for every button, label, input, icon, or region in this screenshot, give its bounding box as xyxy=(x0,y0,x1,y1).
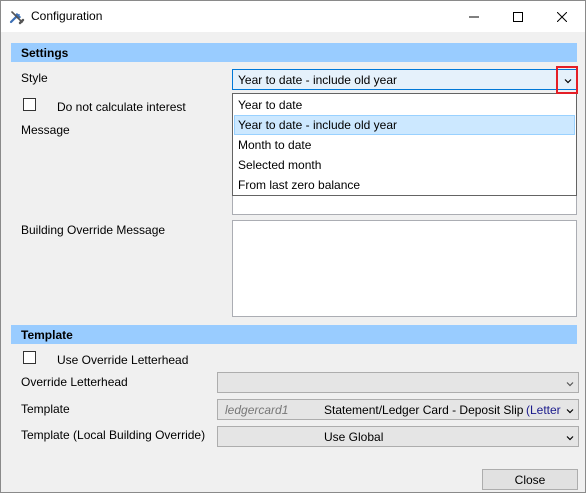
settings-section-header: Settings xyxy=(11,43,577,62)
local-override-label: Template (Local Building Override) xyxy=(21,428,206,442)
close-window-button[interactable] xyxy=(539,1,584,32)
template-label: Template xyxy=(21,402,70,416)
maximize-icon xyxy=(512,11,523,22)
chevron-down-icon xyxy=(565,378,575,388)
local-override-value: Use Global xyxy=(324,430,384,444)
dropdown-option-year-to-date[interactable]: Year to date xyxy=(234,95,575,115)
template-name: Statement/Ledger Card - Deposit Slip xyxy=(324,403,524,417)
dropdown-option-selected-month[interactable]: Selected month xyxy=(234,155,575,175)
dropdown-arrow-highlight xyxy=(556,66,578,94)
minimize-button[interactable] xyxy=(451,1,496,32)
close-button[interactable]: Close xyxy=(482,469,578,490)
template-code: ledgercard1 xyxy=(225,403,289,417)
chevron-down-icon xyxy=(565,432,575,442)
building-override-label: Building Override Message xyxy=(21,223,166,237)
window-title: Configuration xyxy=(31,9,103,23)
style-select-value: Year to date - include old year xyxy=(238,73,397,87)
maximize-button[interactable] xyxy=(495,1,540,32)
use-override-label: Use Override Letterhead xyxy=(57,353,189,367)
template-section-header: Template xyxy=(11,325,577,344)
style-select[interactable]: Year to date - include old year xyxy=(232,69,577,90)
style-label: Style xyxy=(21,71,48,85)
minimize-icon xyxy=(468,12,479,22)
configuration-window: Configuration Settings Style Year to dat… xyxy=(0,0,586,493)
no-interest-checkbox[interactable] xyxy=(23,98,36,111)
chevron-down-icon xyxy=(565,405,575,415)
use-override-checkbox[interactable] xyxy=(23,351,36,364)
building-override-field[interactable] xyxy=(232,220,577,317)
override-letterhead-select[interactable] xyxy=(217,372,579,393)
dropdown-option-from-last-zero-balance[interactable]: From last zero balance xyxy=(234,175,575,195)
dropdown-option-month-to-date[interactable]: Month to date xyxy=(234,135,575,155)
style-dropdown-list: Year to date Year to date - include old … xyxy=(232,93,577,196)
template-suffix: (Letter xyxy=(526,403,561,417)
dropdown-option-year-to-date-include-old-year[interactable]: Year to date - include old year xyxy=(234,115,575,135)
title-bar: Configuration xyxy=(1,1,585,32)
no-interest-label: Do not calculate interest xyxy=(57,100,186,114)
local-override-select[interactable]: Use Global xyxy=(217,426,579,447)
message-label: Message xyxy=(21,123,70,137)
close-icon xyxy=(556,11,567,22)
tools-icon xyxy=(9,9,25,25)
template-select[interactable]: ledgercard1 Statement/Ledger Card - Depo… xyxy=(217,399,579,420)
override-letterhead-label: Override Letterhead xyxy=(21,375,128,389)
